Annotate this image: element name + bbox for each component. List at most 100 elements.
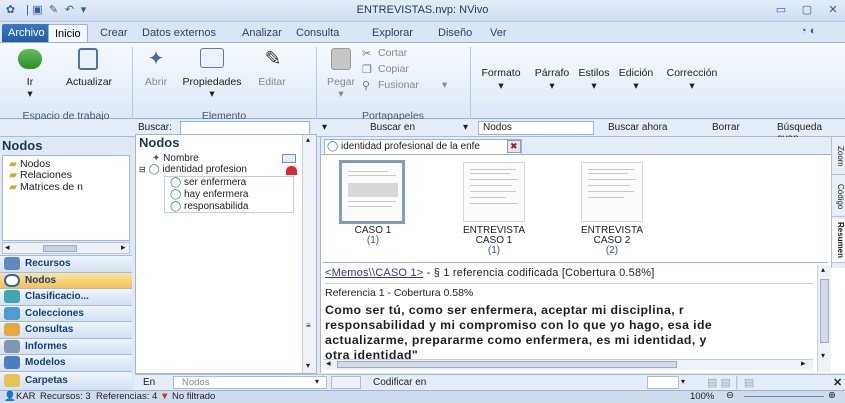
pegar-label: Pegar — [326, 76, 356, 88]
close-icon[interactable]: ✕ — [833, 376, 842, 389]
node-icon: ◯ — [327, 141, 339, 152]
propiedades-label: Propiedades — [182, 76, 242, 88]
node-child-row[interactable]: ◯ hay enfermera — [170, 189, 248, 200]
scroll-up-icon[interactable]: ▴ — [821, 265, 825, 274]
zoom-in-icon[interactable]: ⊕ — [828, 390, 836, 401]
help-icon[interactable]: ◔ ◐ — [800, 25, 816, 37]
scroll-left-icon[interactable]: ◂ — [5, 242, 10, 253]
doc-tab[interactable]: ◯ identidad profesional de la enfe — [324, 139, 522, 154]
scroll-up-icon[interactable]: ▴ — [306, 135, 310, 144]
memo-link[interactable]: <Memos\\CASO 1> — [325, 267, 423, 279]
thumbnail-entrevista-caso-2[interactable]: ENTREVISTA CASO 2 (2) — [567, 156, 657, 260]
scroll-right-icon[interactable]: ▸ — [121, 242, 126, 253]
memo-link-icon — [286, 166, 297, 175]
code-scope-select[interactable]: Nodos — [173, 376, 327, 389]
actualizar-button[interactable]: Actualizar — [56, 47, 122, 107]
close-tab-icon[interactable]: ✖ — [507, 140, 521, 153]
fusionar-button[interactable]: ⚲ Fusionar ▾ — [362, 79, 462, 93]
abrir-button[interactable]: ✦ Abrir — [138, 47, 174, 107]
node-name-field[interactable] — [647, 376, 679, 389]
column-chooser-icon[interactable] — [282, 154, 296, 163]
find-bar: Buscar: ▾ Buscar en ▾ Nodos Buscar ahora… — [0, 120, 845, 144]
nodes-vertical-scrollbar[interactable]: ▴ ≡ ▾ — [302, 135, 316, 373]
status-bar: 👤 KAR Recursos: 3 Referencias: 4 ▼ No fi… — [0, 390, 845, 403]
nav-button-modelos[interactable]: Modelos — [0, 354, 132, 371]
chevron-down-icon[interactable]: ▾ — [315, 377, 319, 386]
cortar-button[interactable]: ✂ Cortar — [362, 47, 452, 61]
buscar-en-button[interactable]: Buscar en — [370, 122, 415, 133]
copiar-button[interactable]: ❐ Copiar — [362, 63, 452, 77]
formato-label: Formato — [481, 67, 521, 79]
borrar-button[interactable]: Borrar — [712, 122, 740, 133]
close-icon[interactable]: ✕ — [822, 3, 844, 18]
ir-button[interactable]: Ir ▾ — [8, 47, 52, 107]
scroll-thumb[interactable] — [820, 279, 829, 343]
reader-horizontal-scrollbar[interactable]: ◂ ▸ — [323, 358, 813, 370]
thumbnail-caso-1[interactable]: CASO 1 (1) — [335, 156, 425, 260]
nav-button-consultas[interactable]: Consultas — [0, 321, 132, 338]
open-pin-icon: ✦ — [147, 48, 165, 70]
actualizar-label: Actualizar — [65, 76, 113, 88]
side-tab-zoom[interactable]: Zoom — [832, 139, 845, 175]
zoom-out-icon[interactable]: ⊖ — [726, 390, 734, 401]
node-child-row[interactable]: ◯ responsabilida — [170, 201, 248, 212]
reference-reader: <Memos\\CASO 1> - § 1 referencia codific… — [323, 262, 831, 372]
estilos-button[interactable]: Estilos ▾ — [576, 47, 612, 107]
tab-diseno[interactable]: Diseño — [432, 24, 478, 42]
side-tab-resumen[interactable]: Resumen — [832, 219, 845, 263]
editar-button[interactable]: ✎ Editar — [250, 47, 294, 107]
chevron-down-icon: ▾ — [442, 79, 448, 91]
parrafo-label: Párrafo — [534, 67, 570, 79]
code-action-icon[interactable]: ▤ ▤ │ ▤ — [707, 376, 754, 389]
maximize-icon[interactable]: ▢ — [796, 3, 818, 18]
propiedades-button[interactable]: Propiedades ▾ — [176, 47, 248, 107]
node-parent-row[interactable]: ⊟ ◯ identidad profesion — [139, 164, 247, 175]
status-recursos: Recursos: 3 — [40, 391, 91, 402]
tab-analizar[interactable]: Analizar — [236, 24, 288, 42]
column-header-nombre[interactable]: ✦ Nombre — [152, 153, 199, 164]
nav-button-nodos[interactable]: Nodos — [0, 271, 132, 288]
chevron-down-icon[interactable]: ▾ — [322, 122, 327, 133]
nav-button-clasificaciones[interactable]: Clasificacio... — [0, 288, 132, 305]
correccion-button[interactable]: Corrección ▾ — [660, 47, 724, 107]
parrafo-button[interactable]: Párrafo ▾ — [530, 47, 574, 107]
nav-horizontal-scrollbar[interactable]: ◂ ▸ — [2, 242, 130, 254]
formato-button[interactable]: Formato ▾ — [474, 47, 528, 107]
tab-archivo[interactable]: Archivo — [2, 24, 51, 42]
minimize-icon[interactable]: ▭ — [770, 3, 792, 18]
nav-button-informes[interactable]: Informes — [0, 337, 132, 354]
search-input[interactable] — [180, 121, 310, 135]
tab-datos-externos[interactable]: Datos externos — [136, 24, 222, 42]
zoom-slider[interactable] — [744, 396, 824, 397]
scroll-down-icon[interactable]: ▾ — [821, 351, 825, 360]
reader-vertical-scrollbar[interactable]: ▴ ▾ — [817, 265, 831, 372]
scroll-right-icon[interactable]: ▸ — [801, 358, 806, 369]
search-scope-field[interactable]: Nodos — [478, 121, 594, 135]
tab-explorar[interactable]: Explorar — [366, 24, 419, 42]
scroll-grip-icon[interactable]: ≡ — [306, 321, 311, 330]
nav-button-colecciones[interactable]: Colecciones — [0, 304, 132, 321]
buscar-ahora-button[interactable]: Buscar ahora — [608, 122, 667, 133]
chevron-down-icon[interactable]: ▾ — [681, 377, 685, 386]
tab-ver[interactable]: Ver — [484, 24, 513, 42]
tree-item-relaciones[interactable]: ▰ Relaciones — [9, 169, 72, 181]
scroll-down-icon[interactable]: ▾ — [306, 361, 310, 370]
thumbnail-entrevista-caso-1[interactable]: ENTREVISTA CASO 1 (1) — [449, 156, 539, 260]
nav-button-carpetas[interactable]: Carpetas — [0, 370, 132, 390]
chevron-down-icon[interactable]: ▾ — [463, 122, 468, 133]
scroll-left-icon[interactable]: ◂ — [326, 358, 331, 369]
tree-item-matrices[interactable]: ▰ Matrices de n — [9, 181, 83, 193]
side-tab-codigo[interactable]: Código — [832, 177, 845, 217]
ir-label: Ir — [26, 76, 34, 88]
node-child-row[interactable]: ◯ ser enfermera — [170, 177, 246, 188]
tab-consulta[interactable]: Consulta — [290, 24, 345, 42]
tab-inicio[interactable]: Inicio — [48, 24, 88, 42]
scroll-thumb[interactable] — [43, 245, 77, 252]
nav-button-recursos[interactable]: Recursos — [0, 255, 132, 272]
pegar-button[interactable]: Pegar ▾ — [322, 47, 360, 107]
tab-crear[interactable]: Crear — [94, 24, 134, 42]
scroll-thumb[interactable] — [337, 361, 677, 368]
title-bar: ✿ | ▣ ✎ ↶ ▾ ENTREVISTAS.nvp: NVivo ▭ ▢ ✕ — [0, 0, 845, 22]
edicion-button[interactable]: Edición ▾ — [614, 47, 658, 107]
code-field[interactable] — [331, 376, 361, 389]
